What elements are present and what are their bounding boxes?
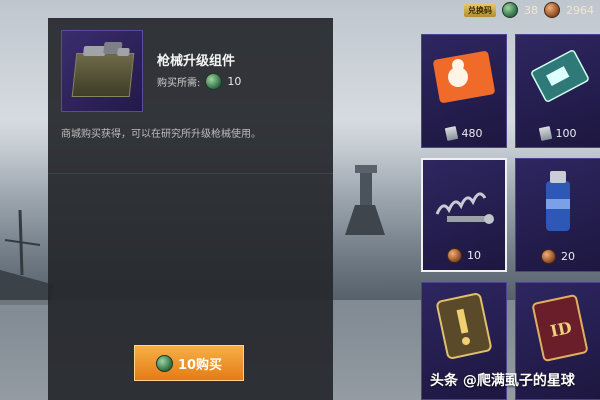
item-price: 20 (516, 249, 600, 264)
bronze-balance: 2964 (566, 3, 594, 17)
coupon-ticket-icon (433, 51, 495, 103)
price-text: 100 (555, 127, 577, 140)
bronze-coin-icon (447, 248, 462, 263)
background-tower (345, 165, 385, 235)
grid-item-spray-can[interactable]: 20 (515, 158, 600, 272)
price-text: 20 (561, 250, 575, 263)
id-card-icon (531, 50, 589, 102)
bronze-coin-icon (544, 2, 560, 18)
item-price: 480 (422, 125, 506, 142)
buy-button-label: 10购买 (177, 357, 223, 373)
item-name: 枪械升级组件 (157, 54, 236, 69)
grid-item-coupon[interactable]: 480 (421, 34, 507, 148)
item-price: 100 (516, 125, 600, 142)
price-text: 480 (461, 127, 483, 140)
item-thumbnail (61, 30, 143, 112)
price-text: 10 (467, 249, 481, 262)
spray-can-icon (546, 171, 570, 231)
price-label: 购买所需: (157, 78, 201, 89)
bronze-coin-icon (541, 249, 556, 264)
badge-card-icon (436, 292, 492, 360)
green-coin-icon (205, 73, 223, 90)
price-value: 10 (227, 75, 242, 88)
voucher-icon (538, 125, 552, 142)
green-coin-icon (155, 354, 173, 372)
currency-bar: 兑换码 38 2964 (458, 0, 600, 20)
item-price: 10 (423, 248, 505, 263)
exchange-tag[interactable]: 兑换码 (464, 3, 496, 17)
buy-button[interactable]: 10购买 (134, 345, 244, 381)
item-description: 商城购买获得，可以在研究所升级枪械使用。 (61, 129, 261, 140)
grid-item-id-card[interactable]: 100 (515, 34, 600, 148)
weapon-parts-icon (435, 192, 494, 224)
grid-item-weapon-parts[interactable]: 10 (421, 158, 507, 272)
price-requirement: 购买所需: 10 (157, 73, 241, 90)
rename-card-icon: ID (532, 294, 588, 362)
watermark: 头条 @爬满虱子的星球 (430, 373, 575, 389)
item-detail-panel: 枪械升级组件 购买所需: 10 商城购买获得，可以在研究所升级枪械使用。 10购… (48, 18, 333, 400)
divider (48, 173, 333, 174)
weapon-parts-crate-icon (71, 42, 135, 97)
green-balance: 38 (524, 3, 538, 17)
voucher-icon (444, 125, 458, 142)
green-coin-icon (502, 2, 518, 18)
